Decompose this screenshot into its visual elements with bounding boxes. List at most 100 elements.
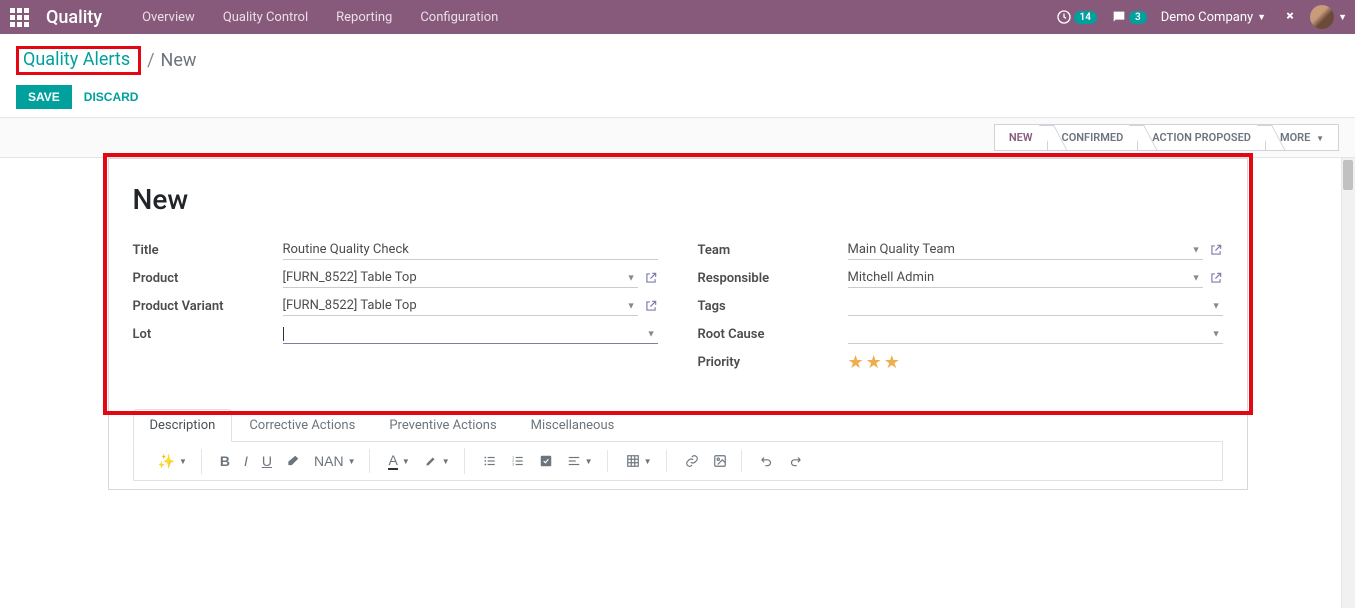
row-responsible: Responsible Mitchell Admin▼ [698,268,1223,288]
chevron-down-icon[interactable]: ▼ [627,272,636,283]
external-link-icon[interactable] [644,271,658,285]
svg-text:3: 3 [512,463,514,467]
redo-icon[interactable] [782,450,808,472]
highlight-icon[interactable]: ▼ [418,450,456,472]
undo-icon[interactable] [754,450,780,472]
eraser-icon[interactable] [280,450,306,472]
field-tags[interactable]: ▼ [848,296,1223,316]
status-bar: NEW CONFIRMED ACTION PROPOSED MORE ▼ [0,118,1355,158]
chevron-down-icon[interactable]: ▼ [1192,244,1201,255]
label-responsible: Responsible [698,271,848,286]
activity-indicator[interactable]: 14 [1056,9,1097,25]
field-root-cause[interactable]: ▼ [848,324,1223,344]
status-action-proposed[interactable]: ACTION PROPOSED [1137,124,1266,151]
tab-preventive[interactable]: Preventive Actions [372,409,513,441]
external-link-icon[interactable] [644,299,658,313]
font-size-dropdown[interactable]: NAN▼ [308,449,361,473]
row-team: Team Main Quality Team▼ [698,240,1223,260]
cursor-caret [283,327,284,341]
navbar: Quality Overview Quality Control Reporti… [0,0,1355,34]
external-link-icon[interactable] [1209,243,1223,257]
messages-badge: 3 [1129,11,1147,24]
tab-description[interactable]: Description [133,409,233,442]
list-ol-icon[interactable]: 123 [505,450,531,472]
tab-misc[interactable]: Miscellaneous [514,409,632,441]
breadcrumb-parent[interactable]: Quality Alerts [19,47,134,72]
star-icon[interactable]: ★ [866,352,882,373]
editor-toolbar: ✨▼ B I U NAN▼ A▼ ▼ 123 ▼ [133,442,1223,481]
field-lot[interactable]: ▼ [283,324,658,344]
form-col-right: Team Main Quality Team▼ Responsible Mitc… [698,240,1223,381]
chevron-down-icon[interactable]: ▼ [1192,272,1201,283]
font-color-icon[interactable]: A▼ [382,448,415,474]
avatar [1310,5,1334,29]
link-icon[interactable] [679,450,705,472]
status-new[interactable]: NEW [994,124,1048,151]
label-team: Team [698,243,848,258]
align-icon[interactable]: ▼ [561,450,599,472]
label-priority: Priority [698,355,848,370]
nav-reporting[interactable]: Reporting [324,4,404,31]
list-ul-icon[interactable] [477,450,503,472]
label-root-cause: Root Cause [698,327,848,342]
field-team[interactable]: Main Quality Team▼ [848,240,1203,260]
chevron-down-icon: ▼ [1257,12,1266,23]
action-row: SAVE DISCARD [16,85,1339,109]
apps-icon[interactable] [8,6,30,28]
star-icon[interactable]: ★ [884,352,900,373]
label-tags: Tags [698,299,848,314]
row-variant: Product Variant [FURN_8522] Table Top▼ [133,296,658,316]
chevron-down-icon[interactable]: ▼ [627,300,636,311]
breadcrumb-current: New [161,50,197,71]
chat-icon [1111,9,1127,25]
chevron-down-icon: ▼ [1316,134,1324,143]
table-icon[interactable]: ▼ [620,450,658,472]
italic-icon[interactable]: I [238,449,254,473]
tabs-wrap: Description Corrective Actions Preventiv… [133,409,1223,481]
scrollbar-thumb[interactable] [1343,160,1353,190]
nav-configuration[interactable]: Configuration [408,4,510,31]
row-root-cause: Root Cause ▼ [698,324,1223,344]
breadcrumb-sep: / [147,50,154,71]
field-responsible[interactable]: Mitchell Admin▼ [848,268,1203,288]
chevron-down-icon[interactable]: ▼ [1212,300,1221,311]
bold-icon[interactable]: B [214,449,236,473]
nav-links: Overview Quality Control Reporting Confi… [130,4,510,31]
label-product: Product [133,271,283,286]
company-switcher[interactable]: Demo Company ▼ [1161,10,1266,25]
underline-icon[interactable]: U [256,449,278,473]
activity-badge: 14 [1074,11,1097,24]
image-icon[interactable] [707,450,733,472]
discard-button[interactable]: DISCARD [84,90,139,104]
debug-icon[interactable] [1280,9,1296,25]
chevron-down-icon[interactable]: ▼ [1212,328,1221,339]
messages-indicator[interactable]: 3 [1111,9,1147,25]
breadcrumb: Quality Alerts / New [16,46,1339,75]
magic-icon[interactable]: ✨▼ [152,449,193,474]
field-title[interactable]: Routine Quality Check [283,240,658,260]
tabs: Description Corrective Actions Preventiv… [133,409,1223,442]
scrollbar[interactable] [1341,158,1355,608]
label-lot: Lot [133,327,283,342]
tab-corrective[interactable]: Corrective Actions [232,409,372,441]
form-header: Quality Alerts / New SAVE DISCARD [0,34,1355,118]
status-more-label: MORE [1280,131,1310,144]
star-icon[interactable]: ★ [848,352,864,373]
row-tags: Tags ▼ [698,296,1223,316]
priority-stars[interactable]: ★ ★ ★ [848,352,900,373]
form-sheet: New Title Routine Quality Check Product … [108,158,1248,490]
row-priority: Priority ★ ★ ★ [698,352,1223,373]
checklist-icon[interactable] [533,450,559,472]
nav-quality-control[interactable]: Quality Control [211,4,320,31]
chevron-down-icon[interactable]: ▼ [647,328,656,339]
user-menu[interactable]: ▼ [1310,5,1347,29]
sheet-wrap: New Title Routine Quality Check Product … [0,158,1355,608]
nav-overview[interactable]: Overview [130,4,207,31]
company-label: Demo Company [1161,10,1253,25]
save-button[interactable]: SAVE [16,85,72,109]
form-grid: Title Routine Quality Check Product [FUR… [133,240,1223,381]
chevron-down-icon: ▼ [1338,12,1347,23]
field-variant[interactable]: [FURN_8522] Table Top▼ [283,296,638,316]
field-product[interactable]: [FURN_8522] Table Top▼ [283,268,638,288]
external-link-icon[interactable] [1209,271,1223,285]
